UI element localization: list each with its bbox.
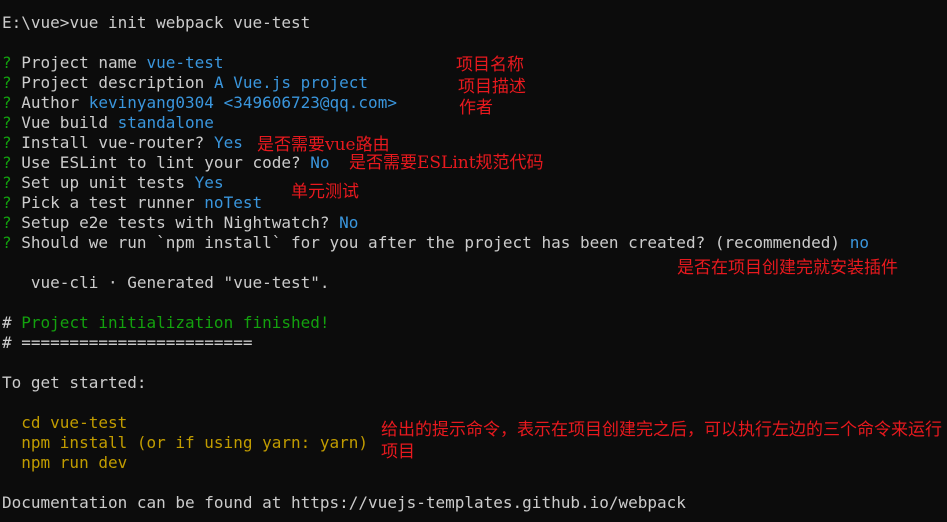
question-label: Install vue-router? xyxy=(11,133,214,152)
documentation-line: Documentation can be found at https://vu… xyxy=(2,493,686,512)
question-answer: A Vue.js project xyxy=(213,73,369,92)
question-answer: no xyxy=(849,233,869,252)
annotation-project-description: 项目描述 xyxy=(458,77,526,97)
question-mark-icon: ? xyxy=(2,213,12,232)
question-mark-icon: ? xyxy=(2,53,12,72)
question-answer: vue-test xyxy=(146,53,224,72)
question-vue-router: ? Install vue-router? Yes xyxy=(2,133,243,153)
question-label: Author xyxy=(11,93,89,112)
question-answer: noTest xyxy=(204,193,263,212)
question-label: Project description xyxy=(11,73,214,92)
question-answer: Yes xyxy=(213,133,243,152)
finished-message: # Project initialization finished! xyxy=(2,313,330,333)
question-mark-icon: ? xyxy=(2,133,12,152)
command-line: E:\vue>vue init webpack vue-test xyxy=(2,13,310,33)
question-author: ? Author kevinyang0304 <349606723@qq.com… xyxy=(2,93,397,113)
question-mark-icon: ? xyxy=(2,153,12,172)
question-vue-build: ? Vue build standalone xyxy=(2,113,214,133)
shell-prompt: E:\vue> xyxy=(2,13,70,32)
question-answer: Yes xyxy=(194,173,224,192)
command-cd: cd vue-test xyxy=(2,413,128,432)
comment-hash: # xyxy=(2,313,12,332)
annotation-unit-tests: 单元测试 xyxy=(291,182,359,202)
question-unit-tests: ? Set up unit tests Yes xyxy=(2,173,224,193)
annotation-project-name: 项目名称 xyxy=(456,55,524,75)
annotation-eslint: 是否需要ESLint规范代码 xyxy=(349,153,544,173)
question-label: Vue build xyxy=(11,113,118,132)
question-label: Should we run `npm install` for you afte… xyxy=(11,233,850,252)
question-mark-icon: ? xyxy=(2,233,12,252)
question-test-runner: ? Pick a test runner noTest xyxy=(2,193,262,213)
question-project-description: ? Project description A Vue.js project xyxy=(2,73,368,93)
question-mark-icon: ? xyxy=(2,193,12,212)
question-npm-install: ? Should we run `npm install` for you af… xyxy=(2,233,869,253)
question-answer: kevinyang0304 <349606723@qq.com> xyxy=(88,93,397,112)
question-project-name: ? Project name vue-test xyxy=(2,53,224,73)
annotation-author: 作者 xyxy=(459,98,493,118)
command-npm-run-dev: npm run dev xyxy=(2,453,128,472)
generated-message: vue-cli · Generated "vue-test". xyxy=(2,273,330,292)
annotation-npm-install: 是否在项目创建完就安装插件 xyxy=(677,258,898,278)
question-mark-icon: ? xyxy=(2,173,12,192)
command-npm-install: npm install (or if using yarn: yarn) xyxy=(2,433,369,452)
command-text: vue init webpack vue-test xyxy=(69,13,311,32)
question-mark-icon: ? xyxy=(2,113,12,132)
question-mark-icon: ? xyxy=(2,93,12,112)
question-answer: standalone xyxy=(117,113,214,132)
terminal-window[interactable]: E:\vue>vue init webpack vue-test ? Proje… xyxy=(0,0,947,522)
get-started-heading: To get started: xyxy=(2,373,147,392)
question-label: Pick a test runner xyxy=(11,193,205,212)
question-eslint: ? Use ESLint to lint your code? No xyxy=(2,153,330,173)
finished-text: Project initialization finished! xyxy=(11,313,330,332)
question-label: Set up unit tests xyxy=(11,173,195,192)
question-label: Setup e2e tests with Nightwatch? xyxy=(11,213,340,232)
question-answer: No xyxy=(339,213,359,232)
annotation-commands: 给出的提示命令，表示在项目创建完之后，可以执行左边的三个命令来运行项目 xyxy=(381,420,942,462)
question-mark-icon: ? xyxy=(2,73,12,92)
question-e2e-tests: ? Setup e2e tests with Nightwatch? No xyxy=(2,213,358,233)
question-label: Project name xyxy=(11,53,147,72)
separator-line: # ======================== xyxy=(2,333,253,352)
